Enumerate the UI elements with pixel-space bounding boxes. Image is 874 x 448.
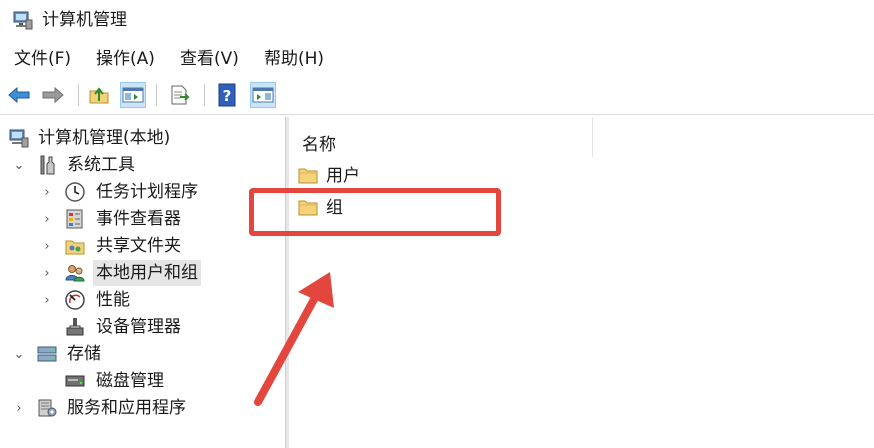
- up-folder-icon: [89, 87, 109, 104]
- export-list-icon: [171, 85, 190, 105]
- toolbar-separator: [156, 84, 157, 106]
- performance-icon: [65, 290, 85, 310]
- clock-icon: [65, 182, 85, 202]
- tree-item-computer-management[interactable]: 计算机管理(本地): [0, 125, 284, 151]
- chevron-down-icon[interactable]: ⌄: [12, 158, 26, 173]
- toolbar-divider: [0, 114, 874, 115]
- show-hide-console-tree-button[interactable]: [120, 82, 146, 108]
- svg-text:?: ?: [223, 87, 232, 105]
- list-item-users[interactable]: 用户: [298, 163, 498, 189]
- list-item-label: 用户: [326, 166, 360, 186]
- tree-item-task-scheduler[interactable]: › 任务计划程序: [0, 179, 284, 205]
- device-manager-icon: [66, 318, 84, 336]
- tree-item-label: 磁盘管理: [96, 371, 164, 391]
- tree-item-shared-folders[interactable]: › 共享文件夹: [0, 233, 284, 259]
- show-hide-action-pane-icon: [252, 87, 274, 103]
- tree-item-label: 本地用户和组: [93, 260, 201, 286]
- title-bar: 计算机管理: [0, 0, 874, 40]
- toolbar: ?: [0, 78, 874, 112]
- tree-item-label: 性能: [96, 290, 130, 310]
- tree-item-label: 共享文件夹: [96, 236, 181, 256]
- menu-help[interactable]: 帮助(H): [264, 48, 324, 70]
- menu-file[interactable]: 文件(F): [14, 48, 71, 70]
- tree-item-label: 服务和应用程序: [67, 398, 186, 418]
- chevron-down-icon[interactable]: ⌄: [12, 347, 26, 362]
- shared-folder-icon: [65, 240, 85, 255]
- chevron-right-icon[interactable]: ›: [12, 401, 26, 416]
- tree-item-event-viewer[interactable]: › 事件查看器: [0, 206, 284, 232]
- forward-arrow-icon: [42, 86, 64, 104]
- back-arrow-icon: [8, 86, 30, 104]
- menu-action[interactable]: 操作(A): [96, 48, 155, 70]
- computer-management-icon: [9, 129, 29, 148]
- up-level-button[interactable]: [86, 82, 112, 108]
- forward-button[interactable]: [40, 82, 66, 108]
- show-hide-action-pane-button[interactable]: [250, 82, 276, 108]
- back-button[interactable]: [6, 82, 32, 108]
- local-users-icon: [65, 265, 85, 282]
- chevron-right-icon[interactable]: ›: [40, 266, 54, 281]
- export-list-button[interactable]: [166, 82, 192, 108]
- event-viewer-icon: [66, 209, 83, 229]
- system-tools-icon: [40, 155, 55, 175]
- help-icon: ?: [218, 83, 236, 107]
- tree-item-label: 任务计划程序: [96, 182, 198, 202]
- chevron-right-icon[interactable]: ›: [40, 212, 54, 227]
- column-header-label: 名称: [302, 135, 336, 155]
- window-title: 计算机管理: [42, 10, 127, 30]
- menu-view[interactable]: 查看(V): [180, 48, 239, 70]
- result-pane: 名称 用户 组: [290, 117, 874, 448]
- tree-item-label: 设备管理器: [96, 317, 181, 337]
- folder-icon: [298, 168, 318, 184]
- annotation-highlight-box: [249, 188, 501, 236]
- toolbar-separator: [78, 84, 79, 106]
- tree-item-system-tools[interactable]: ⌄ 系统工具: [0, 152, 284, 178]
- tree-item-label: 系统工具: [67, 155, 135, 175]
- storage-icon: [37, 346, 57, 362]
- chevron-right-icon[interactable]: ›: [40, 239, 54, 254]
- help-button[interactable]: ?: [214, 82, 240, 108]
- chevron-right-icon[interactable]: ›: [40, 185, 54, 200]
- computer-management-icon: [13, 11, 33, 30]
- annotation-arrow-icon: [254, 272, 334, 406]
- show-hide-console-tree-icon: [122, 87, 144, 103]
- tree-item-label: 事件查看器: [96, 209, 181, 229]
- services-applications-icon: [38, 399, 57, 417]
- column-header-name[interactable]: 名称: [290, 117, 593, 157]
- toolbar-separator: [204, 84, 205, 106]
- tree-item-label: 计算机管理(本地): [38, 128, 171, 148]
- chevron-right-icon[interactable]: ›: [40, 293, 54, 308]
- tree-item-label: 存储: [67, 344, 101, 364]
- disk-management-icon: [65, 375, 85, 387]
- menu-bar: 文件(F) 操作(A) 查看(V) 帮助(H): [0, 44, 874, 74]
